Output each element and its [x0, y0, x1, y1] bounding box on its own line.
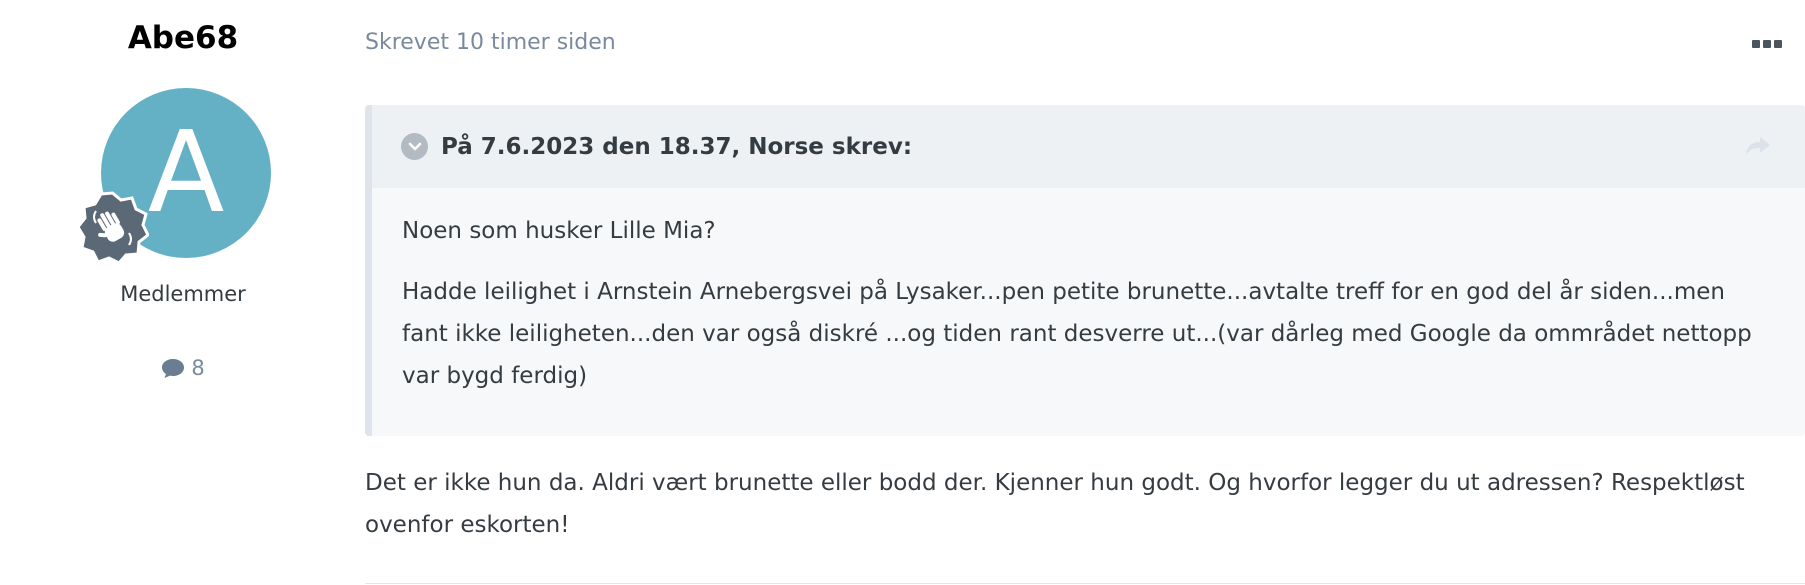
author-panel: Abe68 A Medlemmer 8	[60, 0, 306, 585]
comment-icon	[162, 359, 185, 378]
quote-citation: På 7.6.2023 den 18.37, Norse skrev:	[441, 133, 913, 160]
post-body: Det er ikke hun da. Aldri vært brunette …	[365, 470, 1745, 538]
quote-paragraph: Hadde leilighet i Arnstein Arnebergsvei …	[402, 279, 1752, 389]
quote-header[interactable]: På 7.6.2023 den 18.37, Norse skrev:	[372, 105, 1805, 188]
post-timestamp[interactable]: Skrevet 10 timer siden	[365, 30, 616, 55]
quote-block: På 7.6.2023 den 18.37, Norse skrev: Noen…	[365, 105, 1805, 436]
post-count[interactable]: 8	[60, 356, 306, 380]
author-name[interactable]: Abe68	[60, 20, 306, 56]
member-group: Medlemmer	[120, 282, 246, 306]
divider	[365, 583, 1805, 584]
post-count-value: 8	[191, 356, 205, 380]
ellipsis-icon[interactable]	[1752, 34, 1784, 54]
post-content: Skrevet 10 timer siden På 7.6.2023 den 1…	[365, 0, 1805, 585]
chevron-down-icon[interactable]	[401, 133, 428, 160]
share-icon[interactable]	[1745, 135, 1771, 157]
quote-body: Noen som husker Lille Mia? Hadde leiligh…	[372, 188, 1805, 397]
quote-paragraph: Noen som husker Lille Mia?	[402, 218, 716, 244]
wave-hand-badge-icon	[76, 191, 149, 264]
